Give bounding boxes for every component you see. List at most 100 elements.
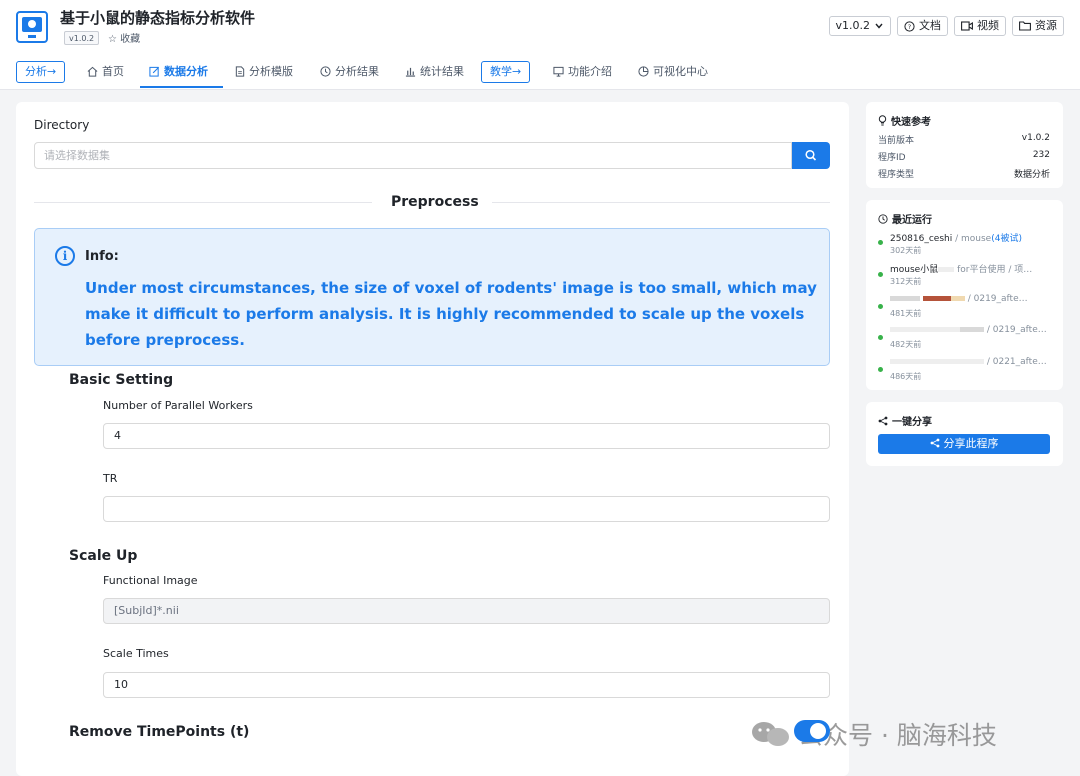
tr-label: TR — [103, 472, 118, 485]
edit-icon — [149, 66, 160, 77]
tab-visualization-label: 可视化中心 — [653, 65, 708, 78]
recent-run-item[interactable]: / 0219_afte… — [890, 294, 1054, 304]
recent-run-item[interactable]: 250816_ceshi / mouse(4被试) — [890, 231, 1054, 244]
status-dot — [878, 367, 883, 372]
section-divider-right — [492, 202, 830, 203]
tab-stats-label: 统计结果 — [420, 65, 464, 78]
workers-label: Number of Parallel Workers — [103, 399, 253, 412]
quickref-key: 程序ID — [878, 153, 906, 163]
run-name: 250816_ceshi — [890, 234, 953, 244]
share-label: 一键分享 — [892, 417, 932, 428]
info-title: Info: — [85, 249, 119, 264]
recent-run-item[interactable]: / 0219_afte… — [890, 325, 1054, 335]
tab-home-label: 首页 — [102, 65, 124, 78]
tab-features-label: 功能介绍 — [568, 65, 612, 78]
info-alert: i Info: Under most circumstances, the si… — [34, 228, 830, 366]
recent-run-item[interactable]: / 0221_afte… — [890, 357, 1054, 367]
run-project: / 0221_afte… — [984, 357, 1047, 367]
active-tab-indicator — [140, 86, 223, 88]
group-scale-up: Scale Up — [69, 548, 138, 564]
quick-reference-label: 快速参考 — [891, 117, 931, 128]
section-title-preprocess: Preprocess — [391, 194, 479, 210]
quickref-row: 当前版本 v1.0.2 — [878, 133, 1050, 146]
functional-image-label: Functional Image — [103, 574, 198, 587]
quickref-value: 数据分析 — [1013, 170, 1050, 180]
directory-search-button[interactable] — [792, 142, 830, 169]
functional-image-input[interactable]: [SubjId]*.nii — [103, 598, 830, 624]
status-dot — [878, 304, 883, 309]
tab-visualization[interactable]: 可视化中心 — [638, 61, 708, 81]
tab-data-analysis[interactable]: 数据分析 — [149, 61, 208, 81]
docs-label: 文档 — [919, 19, 941, 32]
docs-button[interactable]: ? 文档 — [897, 16, 948, 36]
favorite-button[interactable]: ☆ 收藏 — [108, 30, 140, 45]
quickref-key: 程序类型 — [878, 170, 915, 180]
scale-times-input[interactable]: 10 — [103, 672, 830, 698]
resources-button[interactable]: 资源 — [1012, 16, 1064, 36]
tab-stats[interactable]: 统计结果 — [405, 61, 464, 81]
main-panel: Directory 请选择数据集 Preprocess i Info: Unde… — [16, 102, 849, 776]
quickref-row: 程序类型 数据分析 — [878, 167, 1050, 180]
recent-runs-title: 最近运行 — [878, 211, 932, 226]
clock-icon — [320, 65, 331, 77]
tab-results[interactable]: 分析结果 — [320, 61, 379, 81]
recent-run-item[interactable]: mouse小鼠 for平台使用 / 项… — [890, 262, 1054, 275]
app-header: 基于小鼠的静态指标分析软件 v1.0.2 ☆ 收藏 v1.0.2 ? 文档 视频… — [0, 0, 1080, 52]
run-time: 312天前 — [890, 277, 922, 286]
run-time: 482天前 — [890, 340, 922, 349]
version-badge: v1.0.2 — [64, 31, 100, 45]
info-icon: i — [55, 246, 75, 266]
tab-home[interactable]: 首页 — [87, 61, 124, 81]
pie-chart-icon — [638, 65, 649, 77]
analysis-menu-button[interactable]: 分析→ — [16, 61, 66, 83]
group-basic-setting: Basic Setting — [69, 372, 174, 388]
search-icon — [805, 149, 817, 161]
resources-label: 资源 — [1035, 19, 1057, 32]
home-icon — [87, 66, 98, 77]
app-title: 基于小鼠的静态指标分析软件 — [60, 9, 256, 27]
redaction — [938, 267, 955, 272]
recent-runs-label: 最近运行 — [892, 215, 932, 226]
file-icon — [235, 65, 245, 77]
status-dot — [878, 335, 883, 340]
redaction — [890, 359, 984, 364]
version-select-value: v1.0.2 — [835, 19, 871, 32]
share-program-button[interactable]: 分享此程序 — [878, 434, 1050, 454]
section-divider-left — [34, 202, 372, 203]
main-nav: 分析→ 首页 数据分析 分析模版 分析结果 统计结果 教学→ 功能介绍 可视化中… — [0, 52, 1080, 90]
tr-input[interactable] — [103, 496, 830, 522]
tab-features[interactable]: 功能介绍 — [553, 61, 612, 81]
wechat-icon — [752, 722, 789, 746]
toggle-switch[interactable] — [794, 720, 830, 742]
redaction — [960, 327, 984, 332]
workers-input[interactable]: 4 — [103, 423, 830, 449]
quickref-row: 程序ID 232 — [878, 150, 1050, 163]
app-logo-icon — [16, 11, 48, 43]
chevron-down-icon — [875, 23, 883, 29]
share-title: 一键分享 — [878, 413, 932, 428]
directory-input[interactable]: 请选择数据集 — [34, 142, 792, 169]
lightbulb-icon — [878, 115, 887, 126]
tab-templates[interactable]: 分析模版 — [235, 61, 293, 81]
share-card: 一键分享 分享此程序 — [866, 402, 1063, 466]
bar-chart-icon — [405, 67, 416, 77]
redaction — [922, 296, 951, 301]
share-icon — [878, 416, 888, 425]
redaction — [890, 296, 920, 301]
info-message: Under most circumstances, the size of vo… — [85, 279, 817, 349]
run-project: / 0219_afte… — [984, 325, 1047, 335]
video-button[interactable]: 视频 — [954, 16, 1006, 36]
teaching-menu-button[interactable]: 教学→ — [481, 61, 531, 83]
share-button-label: 分享此程序 — [943, 437, 999, 450]
version-select[interactable]: v1.0.2 — [828, 16, 891, 36]
run-project: / mouse — [952, 234, 992, 244]
quickref-value: v1.0.2 — [1021, 133, 1050, 143]
redaction — [890, 327, 960, 332]
run-subjects: (4被试) — [991, 234, 1022, 244]
watermark: 公众号 · 脑海科技 — [750, 716, 997, 752]
tab-results-label: 分析结果 — [335, 65, 379, 78]
tab-templates-label: 分析模版 — [249, 65, 293, 78]
question-circle-icon: ? — [904, 20, 915, 32]
run-time: 302天前 — [890, 246, 922, 255]
status-dot — [878, 272, 883, 277]
